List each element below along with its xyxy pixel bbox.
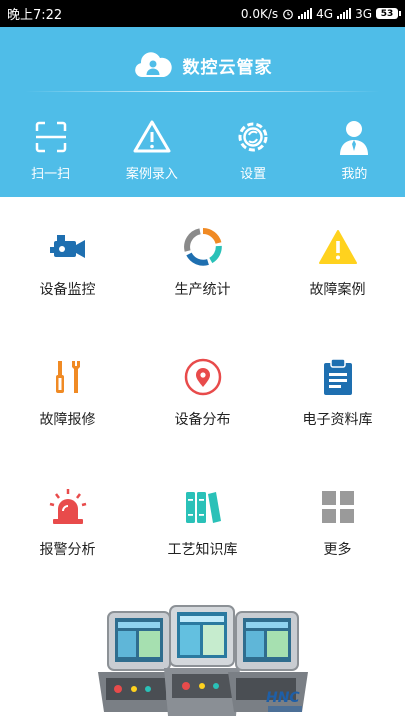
- feature-grid: 设备监控 生产统计 故障案例 故障报修 设备分布 电子资料库 报警分析 工艺知识…: [0, 197, 405, 587]
- books-icon: [185, 492, 221, 523]
- grid-alarm-analysis[interactable]: 报警分析: [0, 457, 135, 587]
- grid-process-knowledge[interactable]: 工艺知识库: [135, 457, 270, 587]
- network-speed: 0.0K/s: [240, 6, 279, 21]
- brand: 数控云管家: [0, 49, 405, 81]
- grid-label: 工艺知识库: [167, 542, 238, 558]
- cnc-panel-center: [164, 605, 240, 716]
- cnc-machines-banner-image: HNC: [98, 605, 308, 716]
- header: 数控云管家 扫一扫 案例录入 设置 我的: [0, 27, 405, 197]
- quick-case-entry-label: 案例录入: [125, 167, 178, 182]
- grid-label: 电子资料库: [302, 412, 373, 428]
- grid-label: 生产统计: [174, 282, 231, 298]
- quick-scan[interactable]: 扫一扫: [0, 117, 101, 182]
- grid-production-stats[interactable]: 生产统计: [135, 197, 270, 327]
- quick-actions: 扫一扫 案例录入 设置 我的: [0, 117, 405, 182]
- alarm-siren-icon: [49, 489, 86, 524]
- grid-device-monitor[interactable]: 设备监控: [0, 197, 135, 327]
- grid-label: 设备分布: [174, 412, 231, 428]
- grid-label: 设备监控: [39, 282, 96, 298]
- network-type-1: 4G: [316, 6, 334, 21]
- cnc-panel-left: [98, 611, 178, 712]
- quick-settings-label: 设置: [240, 167, 267, 182]
- battery-level: 53: [380, 8, 394, 19]
- quick-case-entry[interactable]: 案例录入: [101, 117, 202, 182]
- warning-triangle-icon: [318, 230, 357, 264]
- grid-more[interactable]: 更多: [270, 457, 405, 587]
- user-icon: [340, 121, 369, 155]
- svg-text:HNC: HNC: [266, 690, 300, 706]
- grid-label: 报警分析: [39, 542, 96, 558]
- settings-gear-icon: [238, 122, 268, 152]
- status-indicators: 0.0K/s 4G 3G 53: [240, 6, 401, 21]
- location-pin-icon: [184, 358, 221, 396]
- donut-chart-icon: [183, 228, 222, 266]
- quick-profile-label: 我的: [341, 167, 368, 182]
- repair-tools-icon: [55, 361, 80, 393]
- grid-fault-cases[interactable]: 故障案例: [270, 197, 405, 327]
- status-time: 晚上7:22: [7, 8, 63, 23]
- battery-icon: 53: [376, 8, 401, 19]
- scan-icon: [35, 121, 66, 153]
- quick-profile[interactable]: 我的: [304, 117, 405, 182]
- grid-e-library[interactable]: 电子资料库: [270, 327, 405, 457]
- grid-repair-request[interactable]: 故障报修: [0, 327, 135, 457]
- cloud-user-icon: [134, 52, 172, 77]
- status-bar: 晚上7:22 0.0K/s 4G 3G 53: [0, 0, 405, 27]
- warning-icon: [133, 120, 171, 153]
- grid-more-icon: [321, 491, 354, 523]
- clipboard-icon: [323, 358, 352, 395]
- signal-strength-icon: [298, 8, 313, 19]
- network-type-2: 3G: [355, 6, 372, 21]
- grid-label: 故障案例: [309, 282, 366, 298]
- hnc-logo: HNC: [266, 690, 302, 712]
- app-title: 数控云管家: [182, 57, 273, 78]
- grid-label: 更多: [323, 542, 352, 558]
- video-camera-icon: [49, 235, 85, 258]
- divider: [25, 91, 380, 92]
- grid-device-distribution[interactable]: 设备分布: [135, 327, 270, 457]
- alarm-clock-icon: [283, 9, 294, 19]
- quick-scan-label: 扫一扫: [31, 167, 71, 182]
- signal-strength-icon: [337, 8, 352, 19]
- grid-label: 故障报修: [39, 412, 96, 428]
- quick-settings[interactable]: 设置: [203, 117, 304, 182]
